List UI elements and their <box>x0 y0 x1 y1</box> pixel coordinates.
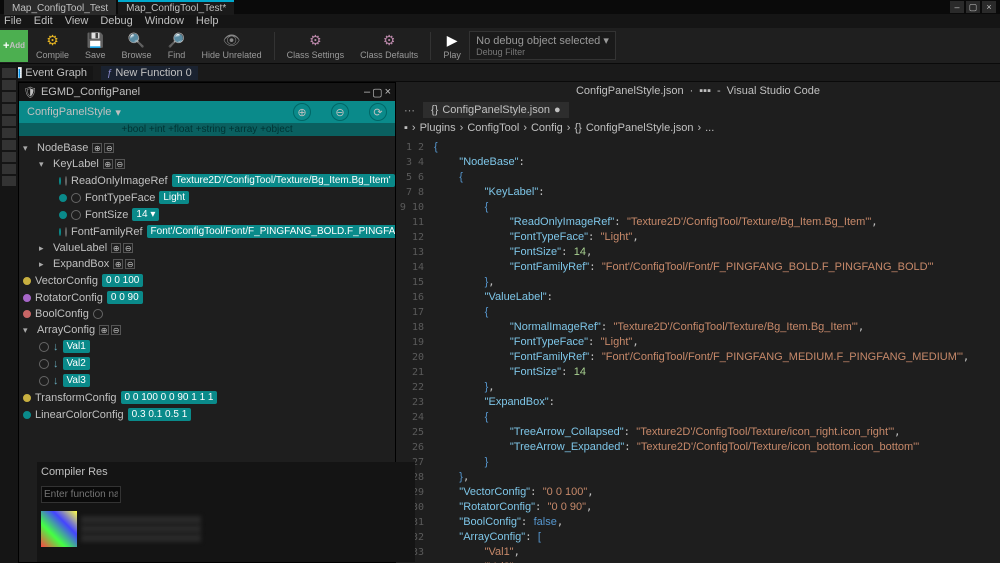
tree-keylabel[interactable]: KeyLabel <box>53 158 99 170</box>
function-search-input[interactable] <box>41 486 121 503</box>
val-val2[interactable]: Val2 <box>63 357 90 370</box>
editor-tab[interactable]: {}ConfigPanelStyle.json● <box>423 102 569 118</box>
val-val3[interactable]: Val3 <box>63 374 90 387</box>
field-bool[interactable]: BoolConfig <box>35 308 89 320</box>
maximize-icon[interactable]: ▢ <box>372 86 382 99</box>
val-transform[interactable]: 0 0 100 0 0 90 1 1 1 <box>121 391 218 404</box>
tree-nodebase[interactable]: NodeBase <box>37 142 88 154</box>
window-tab-active[interactable]: Map_ConfigTool_Test* <box>118 0 234 15</box>
window-controls: – ▢ × <box>950 1 996 13</box>
close-icon[interactable]: × <box>385 86 391 99</box>
field-fontfamily[interactable]: FontFamilyRef <box>71 226 143 238</box>
tree-expandbox[interactable]: ExpandBox <box>53 258 109 270</box>
menu-debug[interactable]: Debug <box>100 15 132 27</box>
explorer-icon[interactable]: ⋯ <box>404 104 415 117</box>
val-fontsize[interactable]: 14 ▾ <box>132 208 159 221</box>
close-icon[interactable]: × <box>982 1 996 13</box>
field-fonttypeface[interactable]: FontTypeFace <box>85 192 155 204</box>
tab-new-function[interactable]: ƒ New Function 0 <box>101 66 198 80</box>
find-button[interactable]: 🔎Find <box>160 28 194 64</box>
panel-title: ConfigPanelStyle <box>27 106 111 118</box>
val-val1[interactable]: Val1 <box>63 340 90 353</box>
vscode-title: Visual Studio Code <box>727 85 820 97</box>
menu-edit[interactable]: Edit <box>34 15 53 27</box>
tree-valuelabel[interactable]: ValueLabel <box>53 242 107 254</box>
menu-view[interactable]: View <box>65 15 89 27</box>
panel-tab[interactable]: EGMD_ConfigPanel <box>41 86 140 98</box>
window-tab-strip: Map_ConfigTool_Test Map_ConfigTool_Test*… <box>0 0 1000 14</box>
menu-bar: File Edit View Debug Window Help <box>0 14 1000 28</box>
bool-checkbox[interactable] <box>93 309 103 319</box>
field-fontsize[interactable]: FontSize <box>85 209 128 221</box>
field-vector[interactable]: VectorConfig <box>35 275 98 287</box>
menu-file[interactable]: File <box>4 15 22 27</box>
field-rotator[interactable]: RotatorConfig <box>35 292 103 304</box>
browse-button[interactable]: 🔍Browse <box>114 28 160 64</box>
hide-button[interactable]: 👁Hide Unrelated <box>194 28 270 64</box>
field-linearcolor[interactable]: LinearColorConfig <box>35 409 124 421</box>
add-button[interactable]: +Add <box>0 30 28 62</box>
graph-tab-bar: 📊 Event Graph ƒ New Function 0 <box>0 64 1000 82</box>
menu-window[interactable]: Window <box>145 15 184 27</box>
val-rotator[interactable]: 0 0 90 <box>107 291 143 304</box>
val-linearcolor[interactable]: 0.3 0.1 0.5 1 <box>128 408 192 421</box>
val-vector[interactable]: 0 0 100 <box>102 274 143 287</box>
toolbar: +Add ⚙Compile 💾Save 🔍Browse 🔎Find 👁Hide … <box>0 28 1000 64</box>
code-editor[interactable]: { "NodeBase": { "KeyLabel": { "ReadOnlyI… <box>430 136 1000 563</box>
bottom-panel: Compiler Res <box>37 462 415 562</box>
type-hint: +bool +int +float +string +array +object <box>19 123 395 136</box>
save-button[interactable]: 💾Save <box>77 28 114 64</box>
compile-button[interactable]: ⚙Compile <box>28 28 77 64</box>
maximize-icon[interactable]: ▢ <box>966 1 980 13</box>
window-tab[interactable]: Map_ConfigTool_Test <box>4 0 116 15</box>
vscode-breadcrumb: ▪› Plugins› ConfigTool› Config› {} Confi… <box>396 120 1000 136</box>
debug-object-select[interactable]: No debug object selected ▾ Debug Filter <box>469 31 616 60</box>
vscode-file: ConfigPanelStyle.json <box>576 85 684 97</box>
vscode-window: ConfigPanelStyle.json·▪▪▪-Visual Studio … <box>396 82 1000 563</box>
play-button[interactable]: ▶Play <box>435 28 469 64</box>
field-transform[interactable]: TransformConfig <box>35 392 117 404</box>
class-settings-button[interactable]: ⚙Class Settings <box>279 28 353 64</box>
field-array[interactable]: ArrayConfig <box>37 324 95 336</box>
minimize-icon[interactable]: – <box>364 86 370 99</box>
field-readonlyimage[interactable]: ReadOnlyImageRef <box>71 175 168 187</box>
val-fontfamily[interactable]: Font'/ConfigTool/Font/F_PINGFANG_BOLD.F_… <box>147 225 395 238</box>
panel-header: ConfigPanelStyle ▾ ⊕ ⊖ ⟳ <box>19 101 395 123</box>
minimize-icon[interactable]: – <box>950 1 964 13</box>
plus-icon[interactable]: ⊕ <box>293 103 311 121</box>
menu-help[interactable]: Help <box>196 15 219 27</box>
compiler-label: Compiler Res <box>41 466 108 478</box>
val-readonlyimage[interactable]: Texture2D'/ConfigTool/Texture/Bg_Item.Bg… <box>172 174 395 187</box>
refresh-icon[interactable]: ⟳ <box>369 103 387 121</box>
thumb-icon <box>41 511 77 547</box>
minus-icon[interactable]: ⊖ <box>331 103 349 121</box>
val-fonttypeface[interactable]: Light <box>159 191 189 204</box>
class-defaults-button[interactable]: ⚙Class Defaults <box>352 28 426 64</box>
config-panel-window: 🛡 EGMD_ConfigPanel –▢× ConfigPanelStyle … <box>18 82 396 563</box>
side-gutter <box>0 64 18 563</box>
